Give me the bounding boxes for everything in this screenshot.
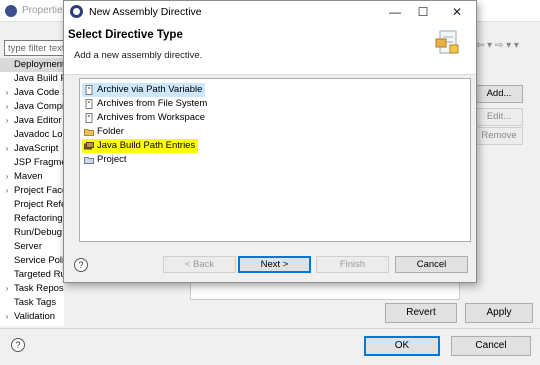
tree-expander[interactable]: ›: [0, 170, 14, 184]
ok-button[interactable]: OK: [364, 336, 440, 356]
list-item-label: Project: [97, 154, 127, 165]
footer-divider: [0, 328, 540, 329]
list-item-java-build-path-entries[interactable]: Java Build Path Entries: [82, 139, 199, 153]
archive-icon: [85, 99, 93, 109]
close-button[interactable]: ✕: [444, 3, 470, 21]
remove-button[interactable]: Remove: [475, 127, 523, 145]
tree-item-project-facets[interactable]: ›Project Facets: [0, 184, 64, 198]
page-description: Add a new assembly directive.: [74, 50, 203, 61]
assembly-table: [190, 280, 460, 300]
tree-item-validation[interactable]: › Validation: [0, 310, 64, 324]
tree-expander[interactable]: ›: [0, 310, 14, 324]
archive-icon: [85, 113, 93, 123]
revert-button[interactable]: Revert: [385, 303, 457, 323]
tree-item-deployment-assembly[interactable]: Deployment Assembly: [0, 58, 64, 72]
list-item-label: Archives from Workspace: [97, 112, 206, 123]
archive-icon: [85, 85, 93, 95]
dialog-cancel-button[interactable]: Cancel: [395, 256, 468, 273]
list-item-label: Archives from File System: [97, 98, 208, 109]
properties-title: Properties: [22, 5, 68, 16]
tree-item-javadoc-location[interactable]: Javadoc Location: [0, 128, 64, 142]
back-button[interactable]: < Back: [163, 256, 236, 273]
tree-item-server[interactable]: Server: [0, 240, 64, 254]
tree-item-label: Refactoring History: [14, 213, 64, 224]
list-item-archives-from-file-system[interactable]: Archives from File System: [82, 97, 210, 111]
tree-item-label: Deployment Assembly: [14, 59, 64, 70]
directive-type-list: Archive via Path Variable Archives from …: [79, 78, 471, 242]
dialog-header: Select Directive Type Add a new assembly…: [64, 23, 476, 75]
list-item-label: Java Build Path Entries: [97, 140, 196, 151]
tree-item-javascript[interactable]: › JavaScript: [0, 142, 64, 156]
tree-item-label: Maven: [14, 171, 43, 182]
edit-button[interactable]: Edit...: [475, 108, 523, 126]
tree-item-java-editor[interactable]: › Java Editor: [0, 114, 64, 128]
tree-item-label: Javadoc Location: [14, 129, 64, 140]
tree-item-label: Server: [14, 241, 42, 252]
folder-icon: [84, 129, 94, 136]
tree-item-label: Task Tags: [14, 297, 57, 308]
tree-item-java-compiler[interactable]: ›Java Compiler: [0, 100, 64, 114]
tree-item-jsp-fragment[interactable]: JSP Fragment: [0, 156, 64, 170]
tree-expander[interactable]: ›: [0, 100, 14, 114]
properties-tree: Deployment Assembly Java Build Path ›Jav…: [0, 58, 64, 326]
tree-item-task-repository[interactable]: ›Task Repository: [0, 282, 64, 296]
tree-item-label: Java Build Path: [14, 73, 64, 84]
tree-item-label: Project References: [14, 199, 64, 210]
tree-expander[interactable]: ›: [0, 282, 14, 296]
list-item-folder[interactable]: Folder: [82, 125, 127, 139]
add-button[interactable]: Add...: [475, 85, 523, 103]
tree-item-label: Validation: [14, 311, 56, 322]
dialog-title: New Assembly Directive: [89, 6, 202, 18]
tree-item-java-code-style[interactable]: ›Java Code Style: [0, 86, 64, 100]
cancel-button[interactable]: Cancel: [451, 336, 531, 356]
tree-item-task-tags[interactable]: Task Tags: [0, 296, 64, 310]
history-nav-arrows[interactable]: ⇦ ▾ ⇨ ▾ ▾: [476, 40, 519, 51]
tree-expander[interactable]: ›: [0, 184, 14, 198]
eclipse-logo-icon: [5, 5, 17, 17]
project-icon: [84, 157, 94, 164]
next-button[interactable]: Next >: [238, 256, 311, 273]
tree-expander[interactable]: ›: [0, 142, 14, 156]
tree-item-maven[interactable]: › Maven: [0, 170, 64, 184]
eclipse-logo-icon: [70, 5, 83, 18]
tree-item-refactoring-history[interactable]: Refactoring History: [0, 212, 64, 226]
tree-item-label: Project Facets: [14, 185, 64, 196]
list-item-label: Folder: [97, 126, 124, 137]
tree-item-label: Java Code Style: [14, 87, 64, 98]
apply-button[interactable]: Apply: [465, 303, 533, 323]
tree-item-service-policies[interactable]: Service Policies: [0, 254, 64, 268]
tree-item-label: Task Repository: [14, 283, 64, 294]
dialog-help-icon[interactable]: ?: [74, 258, 88, 272]
list-item-label: Archive via Path Variable: [97, 84, 203, 95]
tree-item-label: Java Editor: [14, 115, 62, 126]
tree-item-label: Run/Debug Settings: [14, 227, 64, 238]
dialog-titlebar: New Assembly Directive — ☐ ✕: [64, 1, 476, 23]
tree-item-label: Service Policies: [14, 255, 64, 266]
list-item-project[interactable]: Project: [82, 153, 130, 167]
tree-item-label: Targeted Runtimes: [14, 269, 64, 280]
new-assembly-directive-dialog: New Assembly Directive — ☐ ✕ Select Dire…: [63, 0, 477, 283]
maximize-button[interactable]: ☐: [410, 3, 436, 21]
filter-input[interactable]: type filter text: [4, 40, 64, 56]
library-icon: [84, 142, 94, 150]
tree-item-targeted-runtimes[interactable]: Targeted Runtimes: [0, 268, 64, 282]
minimize-button[interactable]: —: [382, 3, 408, 21]
tree-item-project-references[interactable]: Project References: [0, 198, 64, 212]
list-item-archive-via-path-variable[interactable]: Archive via Path Variable: [82, 83, 206, 97]
page-title: Select Directive Type: [68, 29, 183, 41]
help-icon[interactable]: ?: [11, 338, 25, 352]
finish-button[interactable]: Finish: [316, 256, 389, 273]
tree-item-label: Java Compiler: [14, 101, 64, 112]
tree-item-java-build-path[interactable]: Java Build Path: [0, 72, 64, 86]
wizard-banner-icon: [435, 30, 459, 54]
tree-item-run-debug-settings[interactable]: Run/Debug Settings: [0, 226, 64, 240]
tree-item-label: JavaScript: [14, 143, 59, 154]
list-item-archives-from-workspace[interactable]: Archives from Workspace: [82, 111, 208, 125]
tree-item-label: JSP Fragment: [14, 157, 64, 168]
tree-expander[interactable]: ›: [0, 86, 14, 100]
tree-expander[interactable]: ›: [0, 114, 14, 128]
